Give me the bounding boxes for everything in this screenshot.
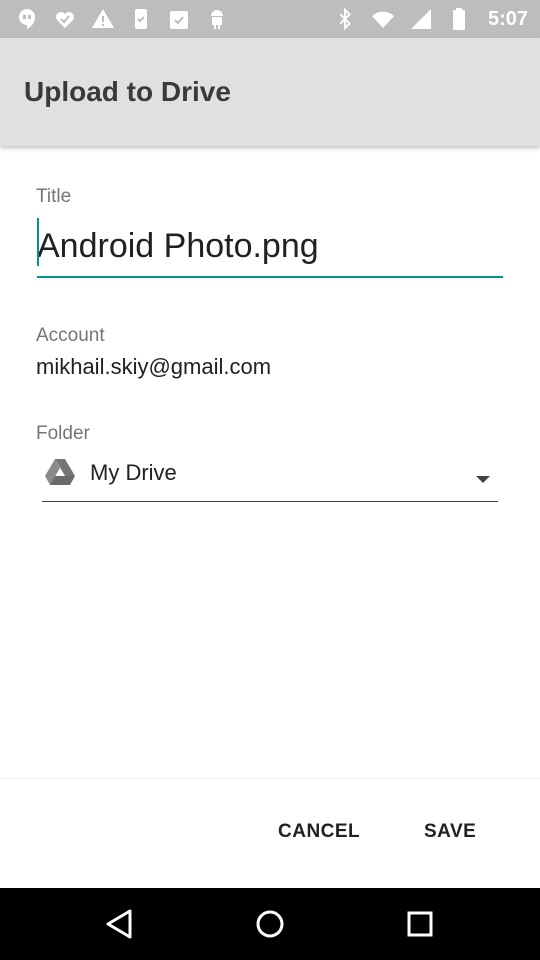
google-drive-icon — [44, 458, 76, 486]
home-icon[interactable] — [252, 906, 288, 942]
folder-selected-value: My Drive — [90, 460, 177, 485]
chevron-down-icon — [476, 476, 490, 483]
notification-icons — [14, 6, 230, 32]
warning-icon — [90, 6, 116, 32]
cancel-button[interactable]: CANCEL — [278, 821, 360, 843]
recents-icon[interactable] — [402, 906, 438, 942]
page-title: Upload to Drive — [24, 76, 231, 107]
hangouts-icon — [14, 6, 40, 32]
back-icon[interactable] — [102, 906, 138, 942]
account-label: Account — [36, 325, 105, 346]
bluetooth-icon — [332, 6, 358, 32]
status-bar: 5:07 — [0, 0, 540, 38]
text-cursor — [37, 218, 39, 266]
clipboard-check-icon — [166, 6, 192, 32]
battery-icon — [446, 6, 472, 32]
android-icon — [204, 6, 230, 32]
title-label: Title — [36, 186, 72, 207]
dialog-button-bar: CANCEL SAVE — [0, 778, 540, 889]
checkmark-heart-icon — [52, 6, 78, 32]
phone-check-icon — [128, 6, 154, 32]
save-button[interactable]: SAVE — [424, 821, 476, 843]
status-time: 5:07 — [487, 8, 528, 30]
system-nav-bar — [0, 888, 540, 960]
app-toolbar: Upload to Drive — [0, 38, 540, 146]
cellular-icon — [408, 6, 434, 32]
account-value: mikhail.skiy@gmail.com — [36, 354, 272, 379]
folder-dropdown[interactable]: My Drive — [42, 450, 498, 502]
wifi-icon — [370, 6, 396, 32]
system-icons: 5:07 — [332, 6, 528, 32]
title-input[interactable] — [37, 216, 503, 278]
folder-label: Folder — [36, 423, 90, 444]
